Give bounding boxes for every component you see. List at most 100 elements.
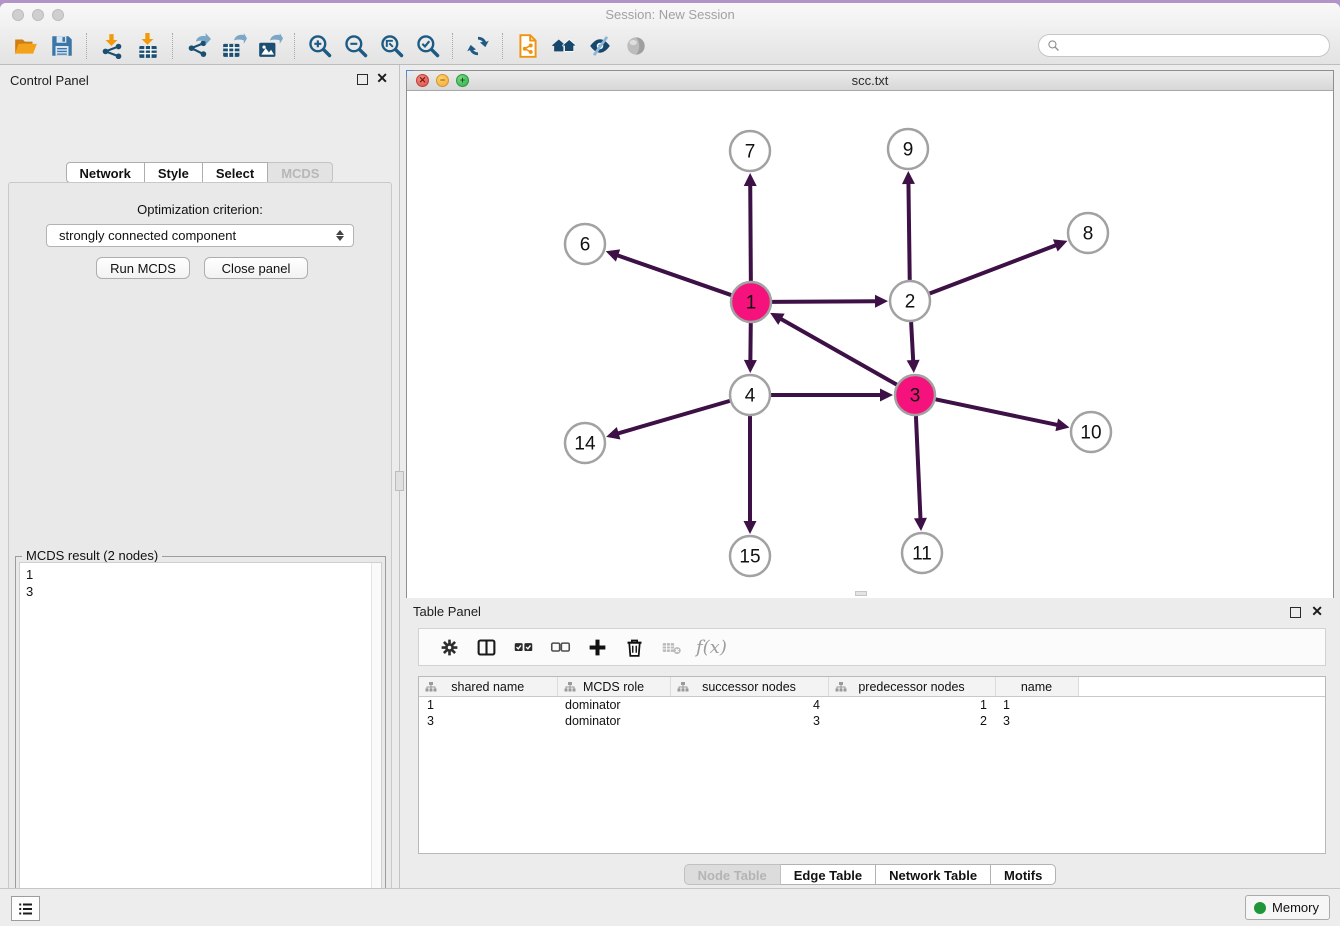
- close-panel-icon[interactable]: ✕: [376, 70, 388, 86]
- optimization-criterion-select[interactable]: strongly connected component: [46, 224, 354, 247]
- graph-edge-2-8[interactable]: [930, 245, 1058, 294]
- show-networks-button[interactable]: [546, 30, 582, 62]
- memory-button[interactable]: Memory: [1245, 895, 1330, 920]
- mcds-result-text[interactable]: 1 3: [19, 562, 382, 926]
- control-panel: Control Panel ✕ Network Style Select MCD…: [0, 65, 400, 892]
- result-scrollbar[interactable]: [371, 563, 381, 926]
- network-graph: 1234678910111415: [407, 91, 1333, 598]
- import-table-button[interactable]: [130, 30, 166, 62]
- graph-edge-arrowhead: [875, 295, 888, 308]
- tab-network[interactable]: Network: [66, 162, 145, 183]
- graph-edge-3-11[interactable]: [916, 416, 921, 520]
- table-row[interactable]: 3dominator323: [419, 713, 1325, 729]
- column-layout-button[interactable]: [468, 632, 505, 662]
- graph-edge-arrowhead: [902, 171, 915, 184]
- table-cell[interactable]: 2: [828, 713, 995, 729]
- tab-motifs[interactable]: Motifs: [991, 864, 1056, 885]
- column-header-predecessor-nodes[interactable]: predecessor nodes: [828, 677, 995, 697]
- search-box[interactable]: [1038, 34, 1330, 57]
- table-cell[interactable]: 3: [419, 713, 557, 729]
- table-cell[interactable]: 1: [828, 697, 995, 714]
- table-panel-title: Table Panel: [413, 604, 481, 619]
- close-table-panel-icon[interactable]: ✕: [1311, 603, 1323, 619]
- columns-icon: [476, 637, 497, 658]
- tab-style[interactable]: Style: [145, 162, 203, 183]
- float-panel-icon[interactable]: [357, 74, 368, 85]
- float-table-panel-icon[interactable]: [1290, 607, 1301, 618]
- tab-network-table[interactable]: Network Table: [876, 864, 991, 885]
- optimization-criterion-value: strongly connected component: [47, 228, 331, 243]
- table-panel: Table Panel ✕: [400, 598, 1340, 892]
- create-column-button[interactable]: [579, 632, 616, 662]
- table-cell[interactable]: dominator: [557, 713, 670, 729]
- clone-network-button[interactable]: [510, 30, 546, 62]
- graph-edge-2-3[interactable]: [911, 322, 913, 362]
- hierarchy-icon: [677, 681, 689, 693]
- refresh-layout-button[interactable]: [460, 30, 496, 62]
- appearance-button[interactable]: [618, 30, 654, 62]
- zoom-in-button[interactable]: [302, 30, 338, 62]
- network-table-divider-grip[interactable]: [855, 591, 867, 596]
- tab-node-table[interactable]: Node Table: [684, 864, 781, 885]
- open-session-button[interactable]: [8, 30, 44, 62]
- close-panel-button[interactable]: Close panel: [204, 257, 308, 279]
- hide-elements-button[interactable]: [582, 30, 618, 62]
- zoom-fit-icon: [379, 33, 405, 59]
- graph-node-label-6: 6: [580, 235, 591, 256]
- graph-node-label-8: 8: [1083, 224, 1094, 245]
- graph-node-label-11: 11: [912, 544, 932, 565]
- deselect-all-columns-button[interactable]: [542, 632, 579, 662]
- zoom-fit-button[interactable]: [374, 30, 410, 62]
- column-header-shared-name[interactable]: shared name: [419, 677, 557, 697]
- select-all-columns-button[interactable]: [505, 632, 542, 662]
- graph-edge-1-7[interactable]: [750, 184, 751, 281]
- run-mcds-button[interactable]: Run MCDS: [96, 257, 190, 279]
- graph-edge-3-10[interactable]: [936, 399, 1059, 425]
- network-canvas[interactable]: 1234678910111415: [407, 91, 1333, 598]
- save-session-button[interactable]: [44, 30, 80, 62]
- network-window-title: scc.txt: [407, 73, 1333, 88]
- toolbar-separator: [294, 33, 296, 59]
- import-network-button[interactable]: [94, 30, 130, 62]
- panel-divider-grip[interactable]: [395, 471, 404, 491]
- memory-label: Memory: [1272, 900, 1319, 915]
- graph-edge-arrowhead: [744, 173, 757, 186]
- table-cell[interactable]: 4: [670, 697, 828, 714]
- control-panel-title: Control Panel: [10, 73, 89, 88]
- table-cell[interactable]: 3: [670, 713, 828, 729]
- graph-node-label-2: 2: [905, 292, 916, 313]
- table-row[interactable]: 1dominator411: [419, 697, 1325, 714]
- graph-edge-1-2[interactable]: [772, 301, 877, 302]
- toolbar-separator: [452, 33, 454, 59]
- tab-mcds[interactable]: MCDS: [268, 162, 333, 183]
- graph-edge-arrowhead: [880, 389, 893, 402]
- column-header-name[interactable]: name: [995, 677, 1078, 697]
- search-input[interactable]: [1065, 36, 1329, 56]
- export-network-button[interactable]: [180, 30, 216, 62]
- main-toolbar: [0, 27, 1340, 65]
- table-cell[interactable]: dominator: [557, 697, 670, 714]
- table-cell[interactable]: 1: [995, 697, 1078, 714]
- zoom-selected-button[interactable]: [410, 30, 446, 62]
- table-cell[interactable]: 3: [995, 713, 1078, 729]
- zoom-out-button[interactable]: [338, 30, 374, 62]
- task-history-button[interactable]: [11, 896, 40, 921]
- column-header-successor-nodes[interactable]: successor nodes: [670, 677, 828, 697]
- export-image-button[interactable]: [252, 30, 288, 62]
- node-table[interactable]: shared name MCDS role successor nodes pr…: [418, 676, 1326, 854]
- export-table-button[interactable]: [216, 30, 252, 62]
- column-header-mcds-role[interactable]: MCDS role: [557, 677, 670, 697]
- table-cell[interactable]: 1: [419, 697, 557, 714]
- graph-edge-arrowhead: [1055, 418, 1069, 431]
- graph-edge-3-1[interactable]: [780, 318, 897, 384]
- graph-edge-1-6[interactable]: [616, 255, 731, 295]
- graph-edge-2-9[interactable]: [908, 182, 909, 280]
- network-window-titlebar[interactable]: ✕ − + scc.txt: [407, 71, 1333, 91]
- tab-select[interactable]: Select: [203, 162, 268, 183]
- table-settings-button[interactable]: [431, 632, 468, 662]
- delete-column-button[interactable]: [616, 632, 653, 662]
- network-window: ✕ − + scc.txt 1234678910111415: [406, 70, 1334, 598]
- graph-edge-4-14[interactable]: [617, 401, 730, 434]
- plus-icon: [587, 637, 608, 658]
- tab-edge-table[interactable]: Edge Table: [781, 864, 876, 885]
